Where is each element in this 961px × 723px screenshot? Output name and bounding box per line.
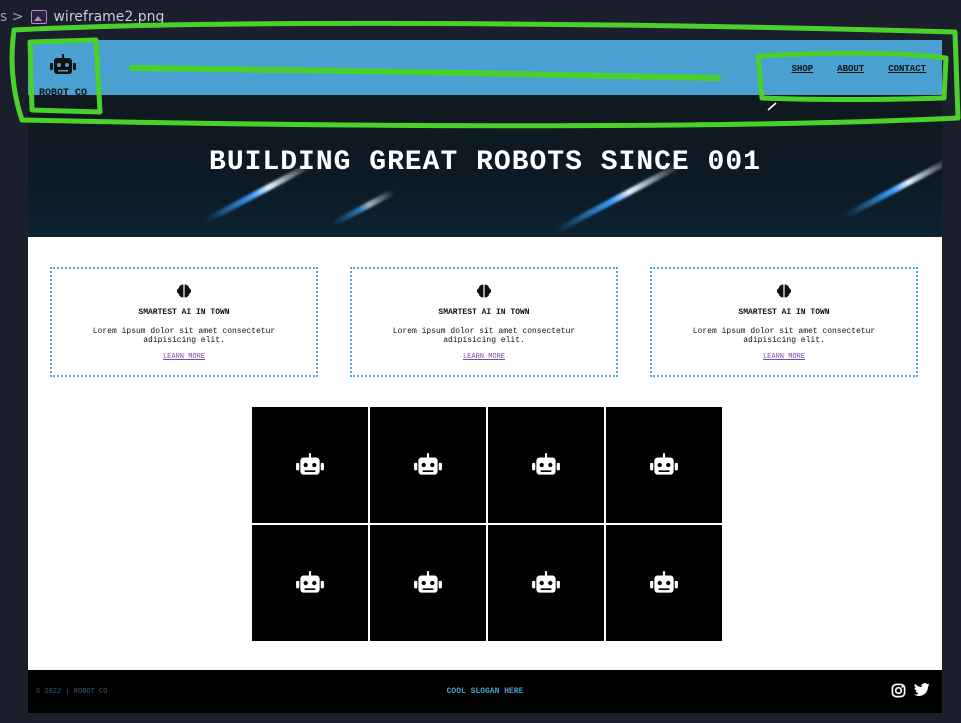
- robot-icon: [532, 571, 560, 593]
- robot-gallery: [252, 407, 722, 641]
- brain-icon: [177, 284, 191, 298]
- robot-icon: [650, 571, 678, 593]
- robot-icon: [296, 571, 324, 593]
- feature-card: SMARTEST AI IN TOWN Lorem ipsum dolor si…: [50, 267, 318, 377]
- breadcrumb-previous[interactable]: s >: [0, 9, 23, 25]
- learn-more-link[interactable]: LEARN MORE: [463, 353, 505, 361]
- robot-icon: [50, 54, 76, 74]
- gallery-tile[interactable]: [252, 525, 368, 641]
- light-streak: [330, 188, 396, 228]
- robot-icon: [532, 453, 560, 475]
- file-name[interactable]: wireframe2.png: [53, 9, 164, 25]
- learn-more-link[interactable]: LEARN MORE: [163, 353, 205, 361]
- robot-icon: [414, 453, 442, 475]
- nav-contact[interactable]: CONTACT: [888, 64, 926, 74]
- footer-slogan: COOL SLOGAN HERE: [446, 687, 524, 696]
- gallery-tile[interactable]: [252, 407, 368, 523]
- twitter-icon[interactable]: [914, 683, 930, 697]
- gallery-tile[interactable]: [488, 525, 604, 641]
- nav-links: SHOP ABOUT CONTACT: [792, 64, 926, 74]
- social-links: [891, 683, 930, 698]
- nav-about[interactable]: ABOUT: [837, 64, 864, 74]
- feature-text: Lorem ipsum dolor sit amet consectetur a…: [692, 327, 876, 345]
- nav-shop[interactable]: SHOP: [792, 64, 814, 74]
- hero-banner: BUILDING GREAT ROBOTS SINCE 001: [28, 95, 942, 237]
- feature-card: SMARTEST AI IN TOWN Lorem ipsum dolor si…: [350, 267, 618, 377]
- feature-title: SMARTEST AI IN TOWN: [738, 308, 830, 317]
- gallery-tile[interactable]: [606, 407, 722, 523]
- feature-title: SMARTEST AI IN TOWN: [438, 308, 530, 317]
- robot-icon: [650, 453, 678, 475]
- gallery-tile[interactable]: [606, 525, 722, 641]
- robot-icon: [296, 453, 324, 475]
- instagram-icon[interactable]: [891, 683, 906, 698]
- feature-card: SMARTEST AI IN TOWN Lorem ipsum dolor si…: [650, 267, 918, 377]
- brain-icon: [777, 284, 791, 298]
- feature-text: Lorem ipsum dolor sit amet consectetur a…: [392, 327, 576, 345]
- hero-title: BUILDING GREAT ROBOTS SINCE 001: [209, 147, 761, 178]
- brain-icon: [477, 284, 491, 298]
- navbar: ROBOT CO SHOP ABOUT CONTACT: [28, 40, 942, 99]
- footer: © 2022 | ROBOT CO COOL SLOGAN HERE: [28, 670, 942, 713]
- feature-title: SMARTEST AI IN TOWN: [138, 308, 230, 317]
- wireframe-page: ROBOT CO SHOP ABOUT CONTACT BUILDING GRE…: [28, 40, 942, 713]
- learn-more-link[interactable]: LEARN MORE: [763, 353, 805, 361]
- feature-text: Lorem ipsum dolor sit amet consectetur a…: [92, 327, 276, 345]
- editor-breadcrumb: s > wireframe2.png: [0, 0, 961, 34]
- image-file-icon: [31, 10, 48, 24]
- gallery-tile[interactable]: [488, 407, 604, 523]
- gallery-tile[interactable]: [370, 525, 486, 641]
- gallery-tile[interactable]: [370, 407, 486, 523]
- robot-icon: [414, 571, 442, 593]
